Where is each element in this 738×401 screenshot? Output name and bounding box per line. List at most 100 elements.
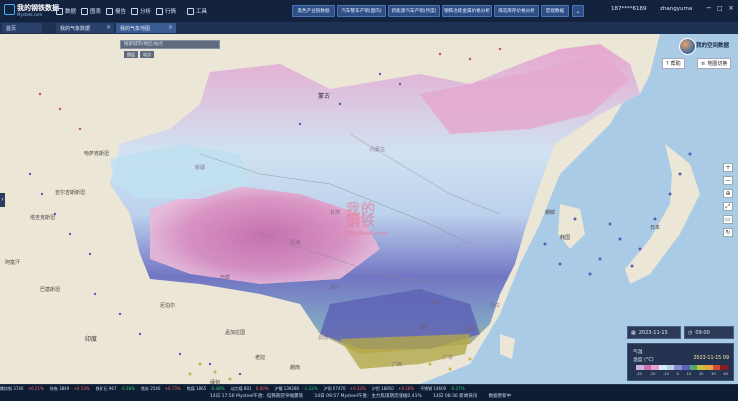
tab-weather-map[interactable]: 我的气象地图 × <box>116 23 176 33</box>
legend-unit: 温度 (°C) <box>633 358 654 363</box>
sidebar-toggle[interactable]: › <box>0 193 5 207</box>
map-label: 湖南 <box>418 325 429 331</box>
help-icon: ? <box>666 60 669 67</box>
map-switch-label: 地图切换 <box>707 61 728 67</box>
map-switch-button[interactable]: ≡ 地图切换 <box>697 58 732 69</box>
ticker-name: 沪铜 67470 <box>323 386 347 391</box>
grid-icon <box>56 7 63 15</box>
ticker-name: 动力煤 801 <box>230 386 253 391</box>
legend-swatch <box>643 365 652 370</box>
close-icon[interactable]: × <box>106 24 111 31</box>
map-label: 西藏 <box>220 275 231 281</box>
nav-item-analysis[interactable]: 分析 <box>131 6 151 16</box>
nav-label: 图表 <box>90 9 102 15</box>
map-label: 韩国 <box>560 235 571 241</box>
legend-color-bar <box>636 365 729 370</box>
layer-chip[interactable]: 图层 <box>124 51 138 58</box>
nav-item-data[interactable]: 数据 <box>56 6 76 16</box>
ticker-name: 沪镍 139280 <box>274 386 301 391</box>
news-item[interactable]: 14日 17:56 Mysteel午盘：硅铁期货窄幅震荡 <box>210 394 303 399</box>
locate-button[interactable]: ⊕ <box>723 189 733 198</box>
map-label: 新疆 <box>195 165 206 171</box>
calendar-icon: ▦ <box>631 329 636 336</box>
layers-icon: ≡ <box>701 60 706 67</box>
nav-item-report[interactable]: 报告 <box>106 6 126 16</box>
nav-item-tools[interactable]: 工具 <box>187 6 207 16</box>
close-icon[interactable]: × <box>728 4 734 12</box>
tab-label: 首页 <box>6 25 17 32</box>
tab-home[interactable]: 首页 <box>2 23 42 33</box>
map-label: 蒙古 <box>318 93 331 100</box>
ticker-change: +0.16% <box>398 386 415 391</box>
ticker-name: 热卷 3849 <box>49 386 71 391</box>
fullscreen-button[interactable]: ⤢ <box>723 202 733 211</box>
quick-link-button[interactable]: 钢铁冶炼金属价格分析 <box>442 5 492 17</box>
map-label: 云南 <box>318 335 329 341</box>
ticker-item[interactable]: 热卷 3849 +0.13% <box>50 386 93 391</box>
legend-swatch <box>689 365 698 370</box>
map-label: 湖北 <box>430 300 441 306</box>
time-picker[interactable]: ◷ 09:00 <box>684 326 734 339</box>
quick-link-button[interactable]: 煤炭库存价格分析 <box>494 5 539 17</box>
maximize-icon[interactable]: □ <box>717 5 723 12</box>
globe-icon <box>679 38 696 55</box>
space-data-badge[interactable]: 我的空间数据 <box>679 38 735 55</box>
ticker-item[interactable]: 沪铜 67470 +0.33% <box>324 386 369 391</box>
map-label: 广东 <box>443 355 454 361</box>
user-phone[interactable]: 187****6189 <box>611 6 647 12</box>
ticker-name: 沪铝 18850 <box>371 386 396 391</box>
zoom-in-button[interactable]: + <box>723 163 733 172</box>
ticker-item[interactable]: 沪铝 18850 +0.16% <box>372 386 417 391</box>
help-button[interactable]: ? 帮助 <box>662 58 685 69</box>
tab-bar: 首页 我的气象数据 × 我的气象地图 × <box>0 22 738 34</box>
ticker-item[interactable]: 不锈钢 14600 -0.27% <box>420 386 467 391</box>
tab-weather-data[interactable]: 我的气象数据 × <box>56 23 114 33</box>
ticker-item[interactable]: 螺纹钢 3740 +0.21% <box>0 386 47 391</box>
quick-link-button[interactable]: 新能源汽车产销(月度) <box>388 5 440 17</box>
news-item[interactable]: 14日 09:57 Mysteel午盘：主力焦煤期货涨幅0.41% <box>314 394 421 399</box>
news-item[interactable]: 14日 08:30 新闻快讯 <box>433 394 477 399</box>
map-label: 日本 <box>650 225 661 231</box>
map-label: 印度 <box>85 336 98 343</box>
watermark-line: 钢铁 <box>346 214 376 230</box>
reset-button[interactable]: ↻ <box>723 228 733 237</box>
analysis-icon <box>131 7 138 15</box>
ticker-change: -1.22% <box>303 386 318 391</box>
nav-item-chart[interactable]: 图表 <box>81 6 101 16</box>
measure-button[interactable]: ▭ <box>723 215 733 224</box>
ticker-item[interactable]: 焦煤 1865 -0.48% <box>187 386 228 391</box>
watermark-line: Mysteel.com <box>346 230 389 237</box>
temperature-legend: 气温 温度 (°C) 2023-11-15 09 -30 -20 -10 0 10 20 3… <box>627 343 734 381</box>
nav-item-market[interactable]: 行情 <box>156 6 176 16</box>
quick-link-button[interactable]: 汽车整车产销(国内) <box>337 5 386 17</box>
map-label: 四川 <box>330 285 341 291</box>
search-input[interactable]: 搜索城市/地区/站点 <box>120 40 220 49</box>
ticker-item[interactable]: 铁矿石 967 -0.36% <box>96 386 138 391</box>
legend-tick: 20 <box>698 372 704 376</box>
nav-label: 数据 <box>65 9 77 15</box>
news-item[interactable]: 数据更新中 <box>489 394 512 399</box>
legend-swatch <box>682 365 690 370</box>
plus-icon: + <box>725 164 731 171</box>
price-ticker[interactable]: 螺纹钢 3740 +0.21% 热卷 3849 +0.13% 铁矿石 967 -0.… <box>0 386 738 392</box>
quick-link-button[interactable]: 黑色产业链数据 <box>292 5 335 17</box>
app-logo[interactable]: 我的钢铁数据 Mysteel.com <box>4 3 59 19</box>
ticker-item[interactable]: 焦炭 2546 +0.73% <box>141 386 184 391</box>
ticker-item[interactable]: 动力煤 801 0.00% <box>231 386 272 391</box>
quick-link-button[interactable]: 宏观数据 <box>541 5 569 17</box>
legend-tick: 40 <box>723 372 728 376</box>
legend-swatch <box>659 365 667 370</box>
ticker-item[interactable]: 沪镍 139280 -1.22% <box>275 386 321 391</box>
user-name[interactable]: zhangyuma <box>660 6 692 12</box>
station-chip[interactable]: 站点 <box>140 51 154 58</box>
map-label: 阿富汗 <box>5 260 21 266</box>
refresh-icon: ↻ <box>725 229 731 236</box>
help-label: 帮助 <box>670 61 681 67</box>
close-icon[interactable]: × <box>168 24 173 31</box>
date-picker[interactable]: ▦ 2023-11-15 <box>627 326 681 339</box>
legend-tick: 30 <box>711 372 716 376</box>
zoom-out-button[interactable]: − <box>723 176 733 185</box>
minimize-icon[interactable]: − <box>706 4 712 12</box>
more-links-button[interactable]: ⌄ <box>572 5 584 17</box>
ticker-name: 焦煤 1865 <box>186 386 208 391</box>
